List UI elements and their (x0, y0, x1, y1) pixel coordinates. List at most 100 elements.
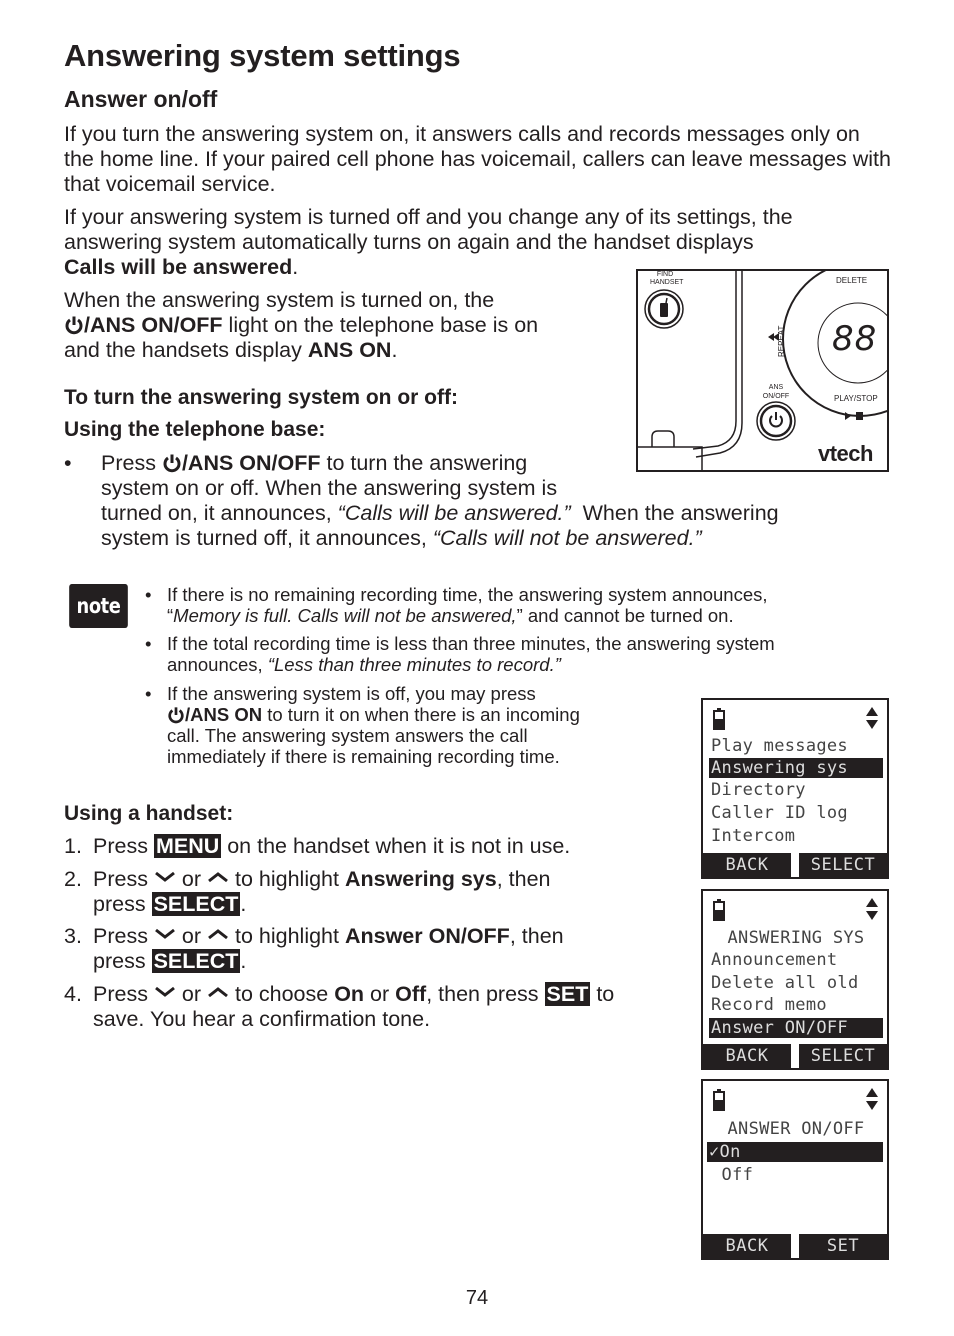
menu-item-record-memo[interactable]: Record memo (709, 995, 883, 1015)
softkey-select[interactable]: SELECT (799, 853, 887, 877)
intro-p3-line1: When the answering system is turned on, … (64, 288, 495, 312)
chevron-down-icon (155, 928, 175, 939)
note1-line1: If there is no remaining recording time,… (167, 584, 768, 605)
then-text: , then (496, 867, 551, 891)
chevron-down-icon (155, 871, 175, 882)
memory-full-quote: Memory is full. Calls will not be answer… (173, 605, 517, 626)
power-icon (168, 707, 184, 724)
period: . (391, 338, 398, 362)
announces-text: announces, (167, 654, 268, 675)
handset-icon (660, 303, 668, 317)
menu-item-directory[interactable]: Directory (709, 780, 883, 800)
ans-on-key-text: /ANS ON (185, 704, 263, 725)
intro-p3-line2: /ANS ON/OFF light on the telephone base … (64, 313, 624, 338)
press-text: press (93, 892, 152, 916)
menu-item-announcement[interactable]: Announcement (709, 950, 883, 970)
note2-line1: If the total recording time is less than… (167, 633, 775, 654)
onoff-label: ON/OFF (762, 393, 790, 400)
set-key: SET (544, 982, 591, 1006)
line3-end: When the answering (570, 501, 779, 525)
message-count-display: 88 (832, 319, 878, 359)
intro-p2-line2: answering system automatically turns on … (64, 230, 754, 254)
on-text: On (334, 982, 365, 1006)
then-press-text: , then press (426, 982, 545, 1006)
menu-item-play-messages[interactable]: Play messages (709, 736, 883, 756)
menu-item-intercom[interactable]: Intercom (709, 826, 883, 846)
intro-p2-line1: If your answering system is turned off a… (64, 205, 793, 229)
menu-item-caller-id-log[interactable]: Caller ID log (709, 803, 883, 823)
scroll-arrows-icon (866, 1088, 878, 1110)
instructions-heading: To turn the answering system on or off: (64, 386, 458, 409)
press-text: Press (93, 982, 154, 1006)
ans-onoff-key-text: /ANS ON/OFF (84, 313, 223, 337)
bullet-dot: • (145, 683, 152, 704)
select-key: SELECT (151, 949, 241, 973)
menu-key: MENU (153, 834, 222, 858)
note1-end: ” and cannot be turned on. (516, 605, 734, 626)
answer-onoff-text: Answer ON/OFF (344, 924, 510, 948)
ans-label: ANS (768, 384, 784, 391)
step1-rest: on the handset when it is not in use. (221, 834, 571, 858)
ans-onoff-label: ANS ON/OFF (762, 383, 790, 401)
lcd-screen-answering-sys: ANSWERING SYS Announcement Delete all ol… (701, 889, 889, 1070)
page-title: Answering system settings (64, 38, 461, 73)
power-icon (65, 316, 83, 335)
note1-line2: “Memory is full. Calls will not be answe… (167, 605, 768, 626)
handset-heading: Using a handset: (64, 802, 234, 825)
softkey-back[interactable]: BACK (703, 1044, 791, 1068)
menu-item-answering-sys[interactable]: Answering sys (709, 758, 883, 778)
intro-p3-line3: and the handsets display ANS ON. (64, 338, 624, 363)
softkey-set[interactable]: SET (799, 1234, 887, 1258)
menu-item-delete-all-old[interactable]: Delete all old (709, 973, 883, 993)
telephone-base-illustration: FIND HANDSET DELETE REPEAT 88 ANS ON/OFF… (636, 269, 889, 472)
delete-label: DELETE (836, 276, 868, 285)
period: . (240, 949, 247, 973)
battery-icon (713, 899, 725, 921)
ans-on-text: ANS ON (307, 338, 392, 362)
period: . (292, 255, 299, 279)
bullet-dot: • (64, 451, 72, 475)
softkey-back[interactable]: BACK (703, 853, 791, 877)
step4-line2: save. You hear a confirmation tone. (93, 1007, 431, 1031)
section-title: Answer on/off (64, 86, 218, 112)
find-label: FIND (656, 271, 674, 278)
note2-line2: announces, “Less than three minutes to r… (167, 654, 775, 675)
menu-item-answer-onoff[interactable]: Answer ON/OFF (709, 1018, 883, 1038)
chevron-up-icon (208, 987, 228, 998)
softkey-back[interactable]: BACK (703, 1234, 791, 1258)
note3-line4: immediately if there is remaining record… (167, 746, 560, 767)
note3-line1: If the answering system is off, you may … (167, 683, 536, 704)
screen-title: ANSWERING SYS (727, 928, 865, 948)
lcd-screen-main-menu: Play messages Answering sys Directory Ca… (701, 698, 889, 879)
base-bullet-line3: turned on, it announces, “Calls will be … (101, 501, 891, 526)
intro-p3-line3-start: and the handsets display (64, 338, 308, 362)
then-text: , then (509, 924, 564, 948)
battery-icon (713, 708, 725, 730)
select-key: SELECT (151, 892, 241, 916)
intro-paragraph-3: When the answering system is turned on, … (64, 288, 624, 363)
step-number: 3. (64, 924, 82, 948)
chevron-up-icon (208, 872, 228, 883)
find-handset-label: FIND HANDSET (650, 271, 683, 287)
answering-sys-text: Answering sys (344, 867, 497, 891)
softkey-select[interactable]: SELECT (799, 1044, 887, 1068)
press-text: press (93, 949, 152, 973)
press-text: Press (93, 867, 154, 891)
option-on[interactable]: ✓On (707, 1142, 883, 1162)
off-text: Off (395, 982, 427, 1006)
base-bullet-line2: system on or off. When the answering sys… (101, 476, 558, 500)
step-number: 4. (64, 982, 82, 1006)
option-off[interactable]: Off (709, 1165, 883, 1185)
battery-icon (713, 1089, 725, 1111)
to-text: to (590, 982, 615, 1006)
calls-will-be-answered-text: Calls will be answered (64, 255, 293, 279)
base-bullet-line1: Press /ANS ON/OFF to turn the answering (101, 451, 891, 476)
line3-start: turned on, it announces, (101, 501, 338, 525)
or-text: or (175, 924, 208, 948)
repeat-label: REPEAT (777, 325, 786, 357)
to-highlight-text: to highlight (229, 924, 345, 948)
press-text: Press (101, 451, 162, 475)
scroll-arrows-icon (866, 707, 878, 729)
to-choose-text: to choose (229, 982, 335, 1006)
step-number: 2. (64, 867, 82, 891)
